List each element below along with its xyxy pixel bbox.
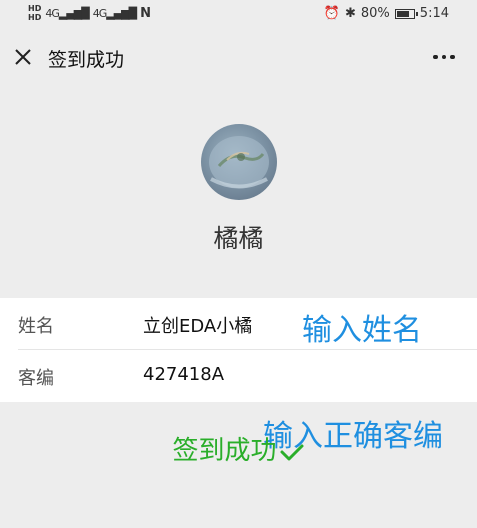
close-icon	[15, 49, 31, 65]
alarm-icon: ⏰	[323, 6, 340, 21]
name-label: 姓名	[18, 316, 54, 337]
more-dot-icon	[433, 54, 438, 60]
signal-icon-1: 4G▂▄▆█	[45, 6, 89, 20]
network-label-2: 4G	[92, 6, 107, 20]
name-hint-annotation: 输入姓名	[302, 313, 422, 348]
more-dot-icon	[441, 54, 447, 60]
battery-icon	[394, 8, 418, 19]
page-title: 签到成功	[48, 49, 125, 71]
more-options-button[interactable]	[431, 44, 457, 70]
hd-label-2: HD	[28, 13, 42, 22]
customer-code-value: 427418A	[143, 364, 225, 385]
customer-code-row: 客编 427418A 输入正确客编	[0, 350, 477, 454]
hd-indicator: HD HD	[28, 4, 41, 22]
checkmark-icon	[280, 444, 303, 460]
signin-info-card: 姓名 立创EDA小橘 输入姓名 客编 427418A 输入正确客编	[0, 298, 477, 454]
name-value: 立创EDA小橘	[143, 316, 253, 337]
avatar	[201, 124, 277, 200]
status-right: ⏰ ✱ 80% 5:14	[324, 6, 449, 21]
bluetooth-icon: ✱	[344, 6, 356, 21]
success-text: 签到成功	[172, 436, 277, 466]
customer-code-label: 客编	[18, 368, 54, 389]
status-bar: HD HD 4G▂▄▆█ 4G▂▄▆█ N ⏰ ✱ 80% 5:14	[0, 0, 477, 30]
name-row: 姓名 立创EDA小橘 输入姓名	[0, 298, 477, 350]
close-button[interactable]	[10, 44, 36, 70]
user-nickname: 橘橘	[213, 224, 264, 253]
battery-text: 80%	[360, 6, 390, 21]
more-dot-icon	[450, 54, 455, 60]
network-label-1: 4G	[45, 6, 59, 20]
avatar-image	[209, 136, 269, 189]
clock-time: 5:14	[419, 6, 449, 21]
nav-bar: 签到成功	[0, 30, 477, 84]
hd-label-1: HD	[28, 4, 42, 13]
status-left: HD HD 4G▂▄▆█ 4G▂▄▆█ N	[28, 4, 151, 22]
success-message: 签到成功	[0, 430, 477, 467]
nfc-icon: N	[140, 5, 151, 21]
battery-fill	[396, 10, 409, 17]
signal-icon-2: 4G▂▄▆█	[92, 6, 137, 20]
